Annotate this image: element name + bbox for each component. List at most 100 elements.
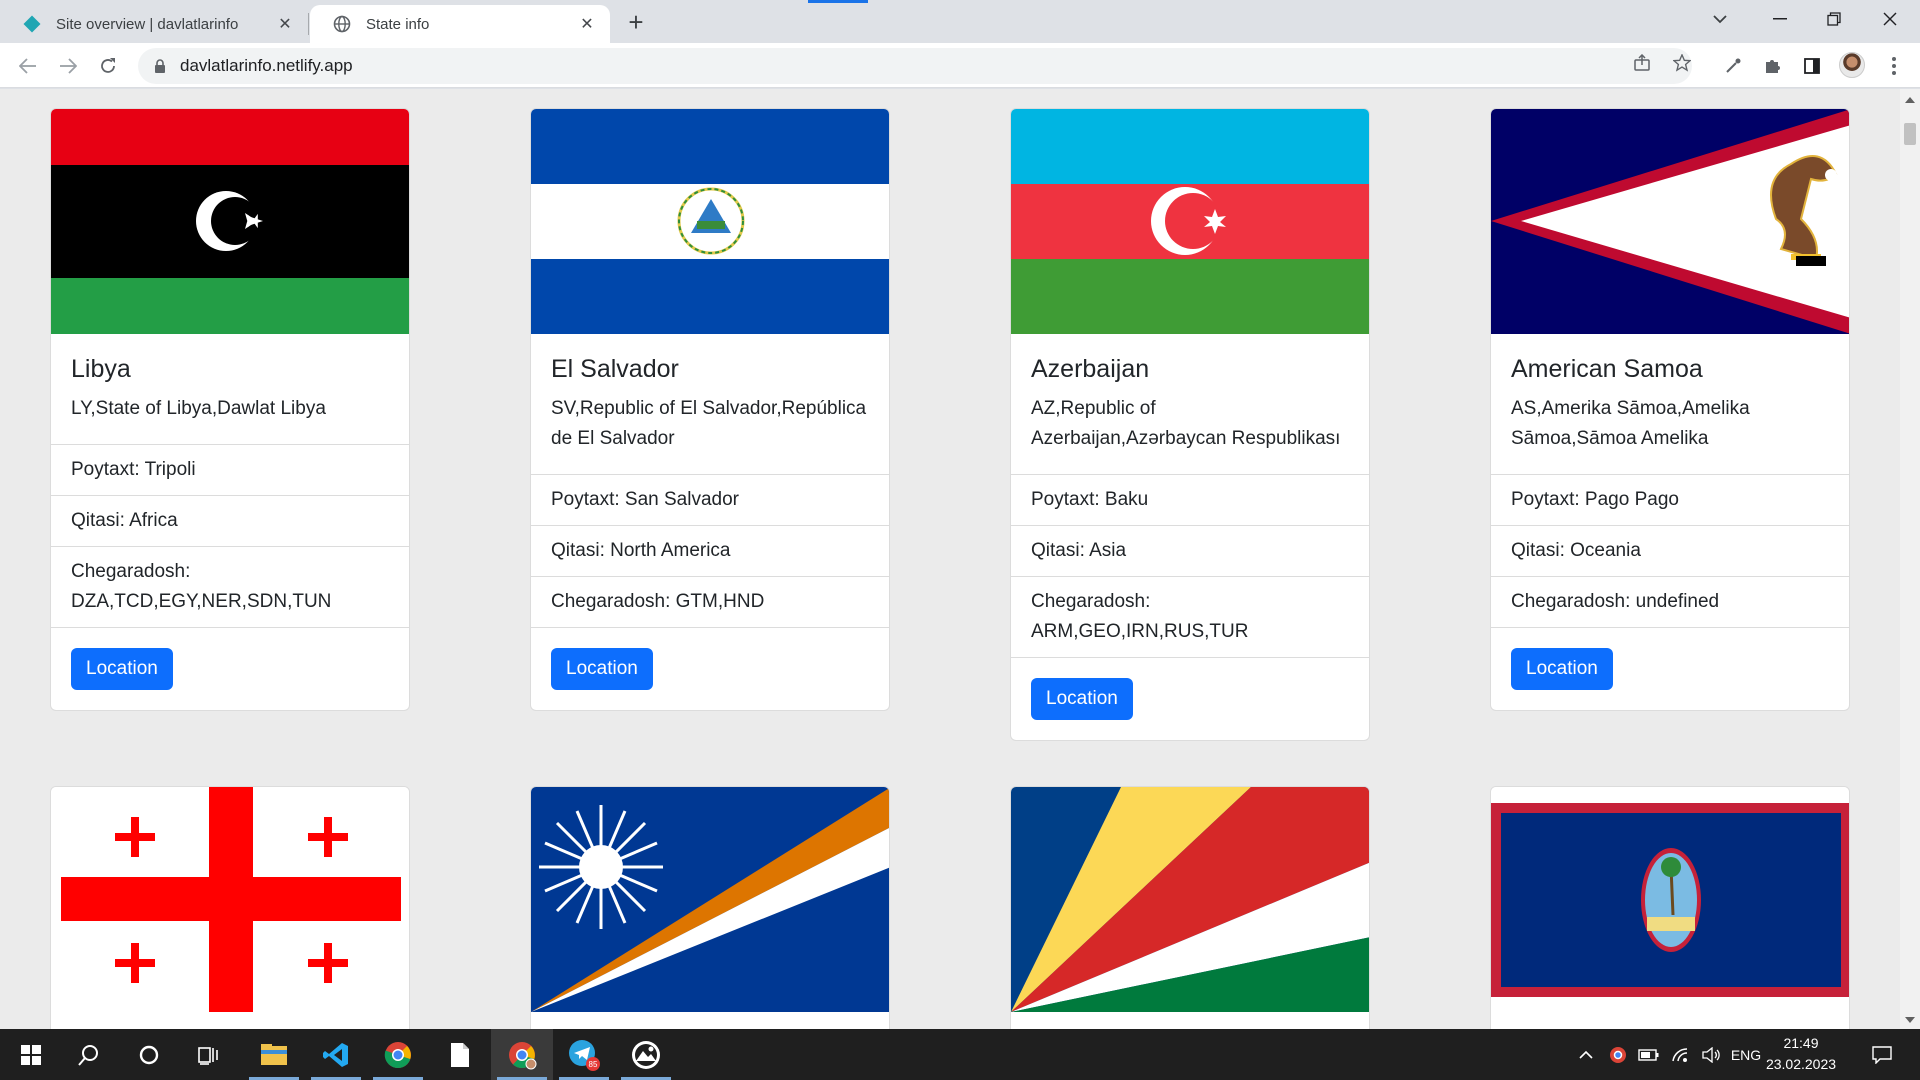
- windows-taskbar: 85 ENG 21:49 23.02.2023: [0, 1029, 1920, 1080]
- location-button[interactable]: Location: [551, 648, 653, 690]
- document-icon[interactable]: [429, 1029, 491, 1080]
- chrome-icon[interactable]: [367, 1029, 429, 1080]
- country-name: El Salvador: [551, 355, 679, 383]
- seychelles-flag: [1011, 787, 1369, 1012]
- tab-separator: [308, 13, 309, 35]
- country-card: [1490, 786, 1850, 1029]
- lock-icon[interactable]: [152, 58, 168, 74]
- country-card: [1010, 786, 1370, 1029]
- clock-date: 23.02.2023: [1765, 1056, 1837, 1072]
- vscode-icon[interactable]: [305, 1029, 367, 1080]
- capital-item: Poytaxt: Pago Pago: [1491, 475, 1849, 526]
- browser-toolbar: davlatlarinfo.netlify.app: [0, 43, 1920, 88]
- borders-item: Chegaradosh: ARM,GEO,IRN,RUS,TUR: [1011, 577, 1369, 658]
- country-official-names: AZ,Republic of Azerbaijan,Azərbaycan Res…: [1031, 398, 1341, 449]
- tab-search-chevron-icon[interactable]: [1707, 6, 1733, 32]
- country-info-list: Poytaxt: Pago Pago Qitasi: Oceania Chega…: [1491, 474, 1849, 628]
- borders-item: Chegaradosh: DZA,TCD,EGY,NER,SDN,TUN: [51, 547, 409, 628]
- country-name: Libya: [71, 355, 131, 383]
- scroll-thumb[interactable]: [1904, 123, 1916, 145]
- battery-icon[interactable]: [1636, 1029, 1662, 1080]
- eyedropper-icon[interactable]: [1720, 53, 1746, 79]
- location-button[interactable]: Location: [71, 648, 173, 690]
- country-info-list: Poytaxt: Baku Qitasi: Asia Chegaradosh: …: [1011, 474, 1369, 658]
- chrome-tray-icon[interactable]: [1604, 1029, 1632, 1080]
- capital-item: Poytaxt: Tripoli: [51, 445, 409, 496]
- cortana-circle-icon[interactable]: [118, 1029, 180, 1080]
- continent-item: Qitasi: Asia: [1011, 526, 1369, 577]
- tab-site-overview[interactable]: Site overview | davlatlarinfo ✕: [0, 5, 308, 43]
- page-viewport: Libya LY,State of Libya,Dawlat Libya Poy…: [0, 89, 1900, 1029]
- scroll-down-arrow-icon[interactable]: [1905, 1017, 1915, 1023]
- telegram-icon[interactable]: 85: [553, 1029, 615, 1080]
- close-window-icon[interactable]: [1862, 0, 1918, 38]
- country-card: El Salvador SV,Republic of El Salvador,R…: [530, 108, 890, 711]
- windows-start-icon[interactable]: [0, 1029, 62, 1080]
- notification-center-icon[interactable]: [1862, 1029, 1902, 1080]
- continent-item: Qitasi: Oceania: [1491, 526, 1849, 577]
- country-official-names: LY,State of Libya,Dawlat Libya: [71, 398, 326, 419]
- close-tab-icon[interactable]: ✕: [576, 13, 598, 35]
- back-arrow-icon[interactable]: [14, 52, 42, 80]
- marshall-islands-flag: [531, 787, 889, 1012]
- country-card: American Samoa AS,Amerika Sāmoa,Amelika …: [1490, 108, 1850, 711]
- location-button[interactable]: Location: [1511, 648, 1613, 690]
- libya-flag: [51, 109, 409, 334]
- search-icon[interactable]: [58, 1029, 120, 1080]
- forward-arrow-icon[interactable]: [54, 52, 82, 80]
- address-bar[interactable]: davlatlarinfo.netlify.app: [138, 48, 1692, 84]
- tray-chevron-up-icon[interactable]: [1574, 1029, 1598, 1080]
- bookmark-star-icon[interactable]: [1670, 51, 1694, 75]
- chrome-profile-icon[interactable]: [491, 1029, 553, 1080]
- continent-item: Qitasi: North America: [531, 526, 889, 577]
- globe-icon: [332, 14, 352, 34]
- share-icon[interactable]: [1630, 51, 1654, 75]
- page-scrollbar[interactable]: [1900, 89, 1920, 1029]
- tab-title: State info: [366, 15, 430, 33]
- tab-state-info[interactable]: State info ✕: [310, 5, 610, 43]
- guam-flag: [1491, 787, 1849, 1012]
- extensions-puzzle-icon[interactable]: [1759, 53, 1785, 79]
- url-text: davlatlarinfo.netlify.app: [180, 56, 353, 75]
- continent-item: Qitasi: Africa: [51, 496, 409, 547]
- scroll-up-arrow-icon[interactable]: [1905, 97, 1915, 103]
- telegram-badge: 85: [589, 1060, 598, 1069]
- photos-app-icon[interactable]: [615, 1029, 677, 1080]
- capital-item: Poytaxt: San Salvador: [531, 475, 889, 526]
- clock-time: 21:49: [1783, 1035, 1819, 1051]
- country-official-names: SV,Republic of El Salvador,República de …: [551, 398, 867, 449]
- browser-menu-icon[interactable]: [1883, 53, 1905, 79]
- tab-strip: Site overview | davlatlarinfo ✕ State in…: [0, 0, 1920, 43]
- borders-item: Chegaradosh: undefined: [1491, 577, 1849, 628]
- netlify-icon: [22, 14, 42, 34]
- country-name: American Samoa: [1511, 355, 1703, 383]
- georgia-flag: [51, 787, 409, 1012]
- close-tab-icon[interactable]: ✕: [274, 13, 296, 35]
- side-panel-icon[interactable]: [1799, 53, 1825, 79]
- task-view-icon[interactable]: [178, 1029, 240, 1080]
- file-explorer-icon[interactable]: [243, 1029, 305, 1080]
- country-card: Azerbaijan AZ,Republic of Azerbaijan,Azə…: [1010, 108, 1370, 741]
- azerbaijan-flag: [1011, 109, 1369, 334]
- country-info-list: Poytaxt: Tripoli Qitasi: Africa Chegarad…: [51, 444, 409, 628]
- borders-item: Chegaradosh: GTM,HND: [531, 577, 889, 628]
- new-tab-button[interactable]: +: [622, 7, 650, 37]
- profile-avatar[interactable]: [1839, 52, 1865, 78]
- capital-item: Poytaxt: Baku: [1011, 475, 1369, 526]
- taskbar-clock[interactable]: 21:49 23.02.2023: [1758, 1033, 1844, 1075]
- country-card: [530, 786, 890, 1029]
- el-salvador-flag: [531, 109, 889, 334]
- reload-icon[interactable]: [94, 52, 122, 80]
- country-name: Azerbaijan: [1031, 355, 1150, 383]
- american-samoa-flag: [1491, 109, 1849, 334]
- tab-strip-indicator: [808, 0, 868, 3]
- country-card: Libya LY,State of Libya,Dawlat Libya Poy…: [50, 108, 410, 711]
- volume-icon[interactable]: [1698, 1029, 1724, 1080]
- location-button[interactable]: Location: [1031, 678, 1133, 720]
- country-official-names: AS,Amerika Sāmoa,Amelika Sāmoa,Sāmoa Ame…: [1511, 398, 1750, 449]
- country-info-list: Poytaxt: San Salvador Qitasi: North Amer…: [531, 474, 889, 628]
- country-card: [50, 786, 410, 1029]
- minimize-window-icon[interactable]: [1752, 0, 1808, 38]
- wifi-icon[interactable]: [1668, 1029, 1694, 1080]
- restore-window-icon[interactable]: [1806, 0, 1862, 38]
